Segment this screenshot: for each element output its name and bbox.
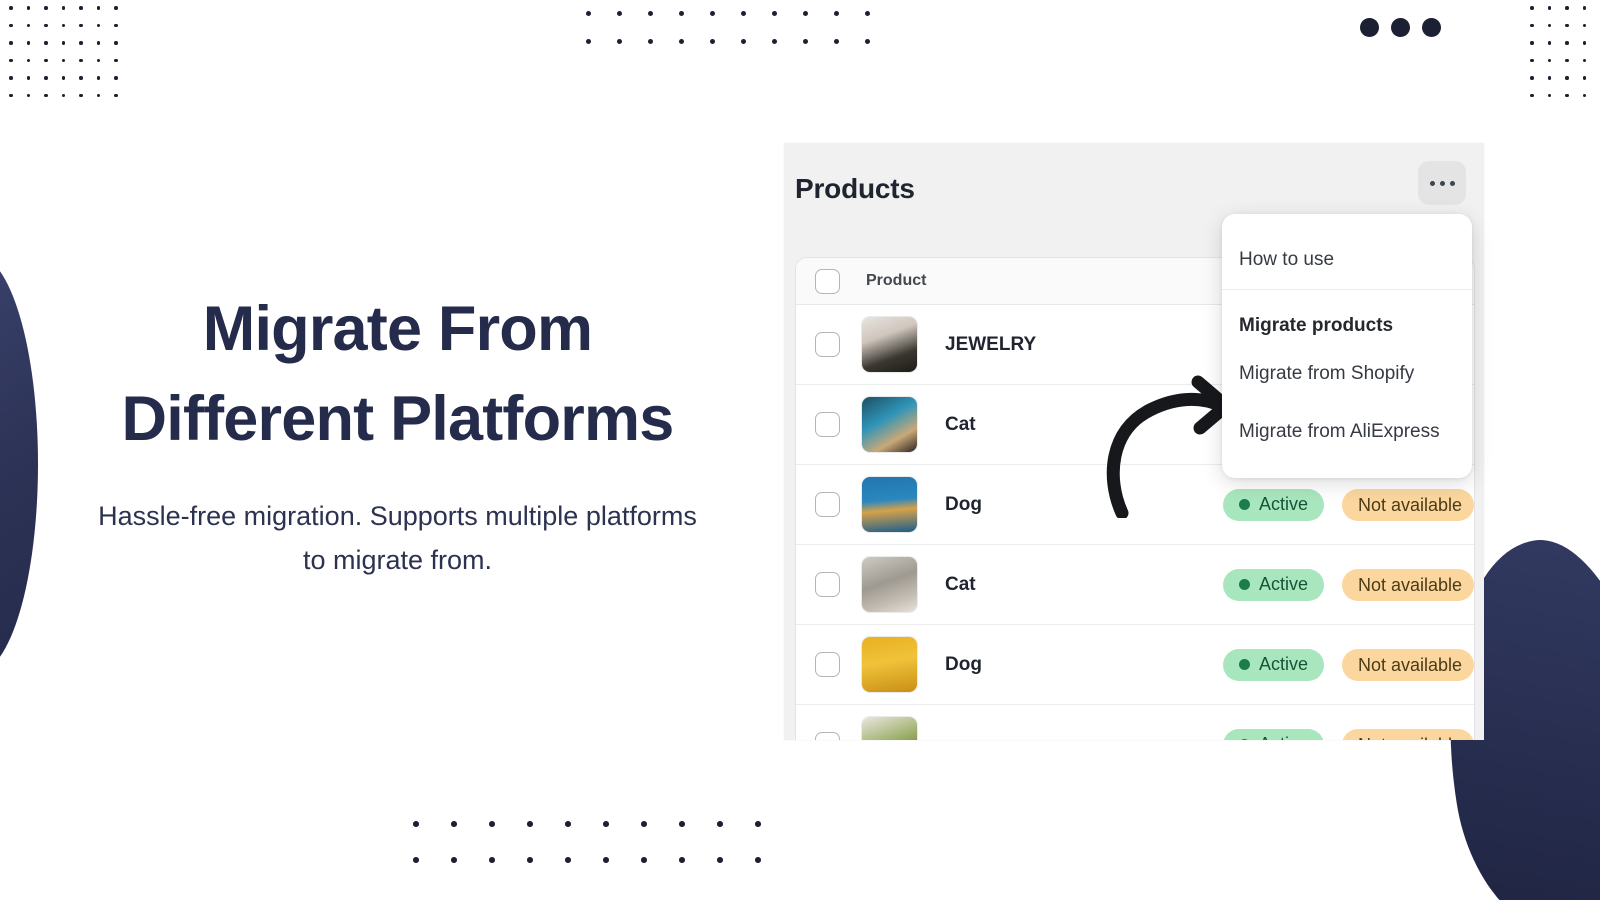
table-row[interactable]: Cat Active Not available bbox=[796, 545, 1474, 625]
select-all-checkbox[interactable] bbox=[815, 268, 840, 294]
decor-dot bbox=[1422, 18, 1441, 37]
curved-arrow-right-icon bbox=[1106, 375, 1230, 518]
decor-dot bbox=[865, 11, 871, 17]
decor-dot bbox=[1530, 6, 1534, 10]
decor-dot bbox=[1547, 6, 1552, 10]
decor-dot bbox=[1565, 6, 1569, 10]
product-thumbnail bbox=[861, 396, 918, 453]
decor-dot bbox=[1565, 76, 1569, 80]
decor-dot bbox=[1530, 23, 1534, 28]
column-header-product: Product bbox=[866, 272, 927, 289]
row-badges: Active Not available bbox=[1222, 728, 1474, 740]
decor-dot bbox=[834, 11, 840, 17]
cat-grey-thumbnail bbox=[862, 557, 917, 612]
dropdown-bottom-padding bbox=[1222, 461, 1472, 478]
availability-badge: Not available bbox=[1342, 568, 1474, 601]
status-badge: Active bbox=[1222, 488, 1324, 521]
decor-dot bbox=[1565, 58, 1569, 63]
decor-dot bbox=[1547, 58, 1552, 63]
status-badge-label: Active bbox=[1258, 494, 1308, 514]
ellipsis-icon-dot-1 bbox=[1429, 180, 1435, 186]
page-title: Migrate From Different Platforms bbox=[121, 294, 675, 455]
dropdown-group-label: Migrate products bbox=[1239, 315, 1394, 336]
dropdown-top-padding bbox=[1222, 214, 1472, 231]
decor-dot bbox=[1582, 58, 1587, 63]
decor-dot bbox=[865, 39, 871, 45]
row-badges: Active Not available bbox=[1222, 488, 1474, 521]
product-thumbnail bbox=[861, 316, 918, 373]
status-badge: Active bbox=[1222, 648, 1324, 681]
decor-dot bbox=[1582, 41, 1587, 45]
dropdown-item-migrate-from-shopify[interactable]: Migrate from Shopify bbox=[1222, 345, 1472, 403]
dot-pattern-top-right-large bbox=[1360, 18, 1460, 58]
status-dot-icon bbox=[1238, 659, 1250, 670]
product-name: Cat bbox=[945, 573, 976, 595]
floral-thumbnail bbox=[862, 717, 917, 740]
panel-title: Products bbox=[795, 173, 915, 204]
status-dot-icon bbox=[1238, 739, 1250, 740]
hero-subtitle: Hassle-free migration. Supports multiple… bbox=[98, 501, 697, 575]
decor-dot bbox=[1547, 93, 1552, 98]
decor-dot bbox=[1582, 76, 1587, 80]
table-row[interactable]: Active Not available bbox=[796, 705, 1474, 740]
row-checkbox[interactable] bbox=[815, 332, 840, 357]
decor-dot bbox=[1547, 23, 1552, 28]
decor-dot bbox=[1530, 41, 1534, 45]
status-badge: Active bbox=[1222, 728, 1324, 740]
dropdown-items: How to use Migrate products Migrate from S… bbox=[1222, 214, 1472, 478]
dot-pattern-top-right bbox=[1490, 0, 1600, 105]
row-badges: Active Not available bbox=[1222, 648, 1474, 681]
decor-dot bbox=[1530, 76, 1534, 80]
hero-section: Migrate From Different Platforms Hassle-… bbox=[0, 0, 795, 900]
row-checkbox[interactable] bbox=[815, 572, 840, 597]
dropdown-item-how-to-use[interactable]: How to use bbox=[1222, 231, 1472, 289]
page-title-line-1: Migrate From bbox=[202, 294, 593, 365]
status-dot-icon bbox=[1238, 499, 1250, 510]
product-thumbnail bbox=[861, 556, 918, 613]
decor-dot bbox=[1360, 18, 1379, 37]
decor-dot bbox=[1530, 58, 1534, 63]
product-thumbnail bbox=[861, 716, 918, 740]
decor-dot bbox=[1582, 23, 1587, 28]
availability-badge: Not available bbox=[1342, 728, 1474, 740]
dropdown-item-migrate-from-aliexpress[interactable]: Migrate from AliExpress bbox=[1222, 403, 1472, 461]
row-checkbox[interactable] bbox=[815, 412, 840, 437]
page-title-line-2: Different Platforms bbox=[121, 384, 675, 455]
overflow-menu-button[interactable] bbox=[1418, 161, 1466, 205]
product-thumbnail bbox=[861, 476, 918, 533]
product-name: Dog bbox=[945, 653, 982, 675]
dog-yellow-thumbnail bbox=[862, 637, 917, 692]
status-badge-label: Active bbox=[1258, 654, 1308, 674]
product-thumbnail bbox=[861, 636, 918, 693]
ellipsis-icon-dot-3 bbox=[1449, 180, 1455, 186]
decor-dot bbox=[1582, 93, 1587, 98]
row-badges: Active Not available bbox=[1222, 568, 1474, 601]
decor-dot bbox=[1547, 76, 1552, 80]
cat-teal-thumbnail bbox=[862, 397, 917, 452]
decor-dot bbox=[1530, 93, 1534, 98]
jewelry-hands-thumbnail bbox=[862, 317, 917, 372]
decor-dot bbox=[1582, 6, 1587, 10]
decor-dot bbox=[803, 39, 809, 45]
decor-dot bbox=[834, 39, 840, 45]
dog-blue-thumbnail bbox=[862, 477, 917, 532]
decor-dot bbox=[1565, 41, 1569, 45]
status-badge-label: Active bbox=[1258, 574, 1308, 594]
decor-dot bbox=[1565, 23, 1569, 28]
ellipsis-icon-dot-2 bbox=[1439, 180, 1445, 186]
decor-dot bbox=[803, 11, 809, 17]
decor-dot bbox=[1547, 41, 1552, 45]
status-badge-label: Active bbox=[1259, 734, 1308, 740]
decor-dot bbox=[1391, 18, 1410, 37]
row-checkbox[interactable] bbox=[815, 732, 840, 740]
availability-badge: Not available bbox=[1342, 648, 1474, 681]
status-dot-icon bbox=[1238, 579, 1250, 590]
overflow-dropdown-menu[interactable]: How to use Migrate products Migrate from S… bbox=[1222, 214, 1472, 478]
availability-badge: Not available bbox=[1342, 488, 1474, 521]
status-badge: Active bbox=[1222, 568, 1324, 601]
row-checkbox[interactable] bbox=[815, 652, 840, 677]
table-row[interactable]: Dog Active Not available bbox=[796, 625, 1474, 705]
row-checkbox[interactable] bbox=[815, 492, 840, 517]
decor-dot bbox=[1565, 93, 1569, 98]
